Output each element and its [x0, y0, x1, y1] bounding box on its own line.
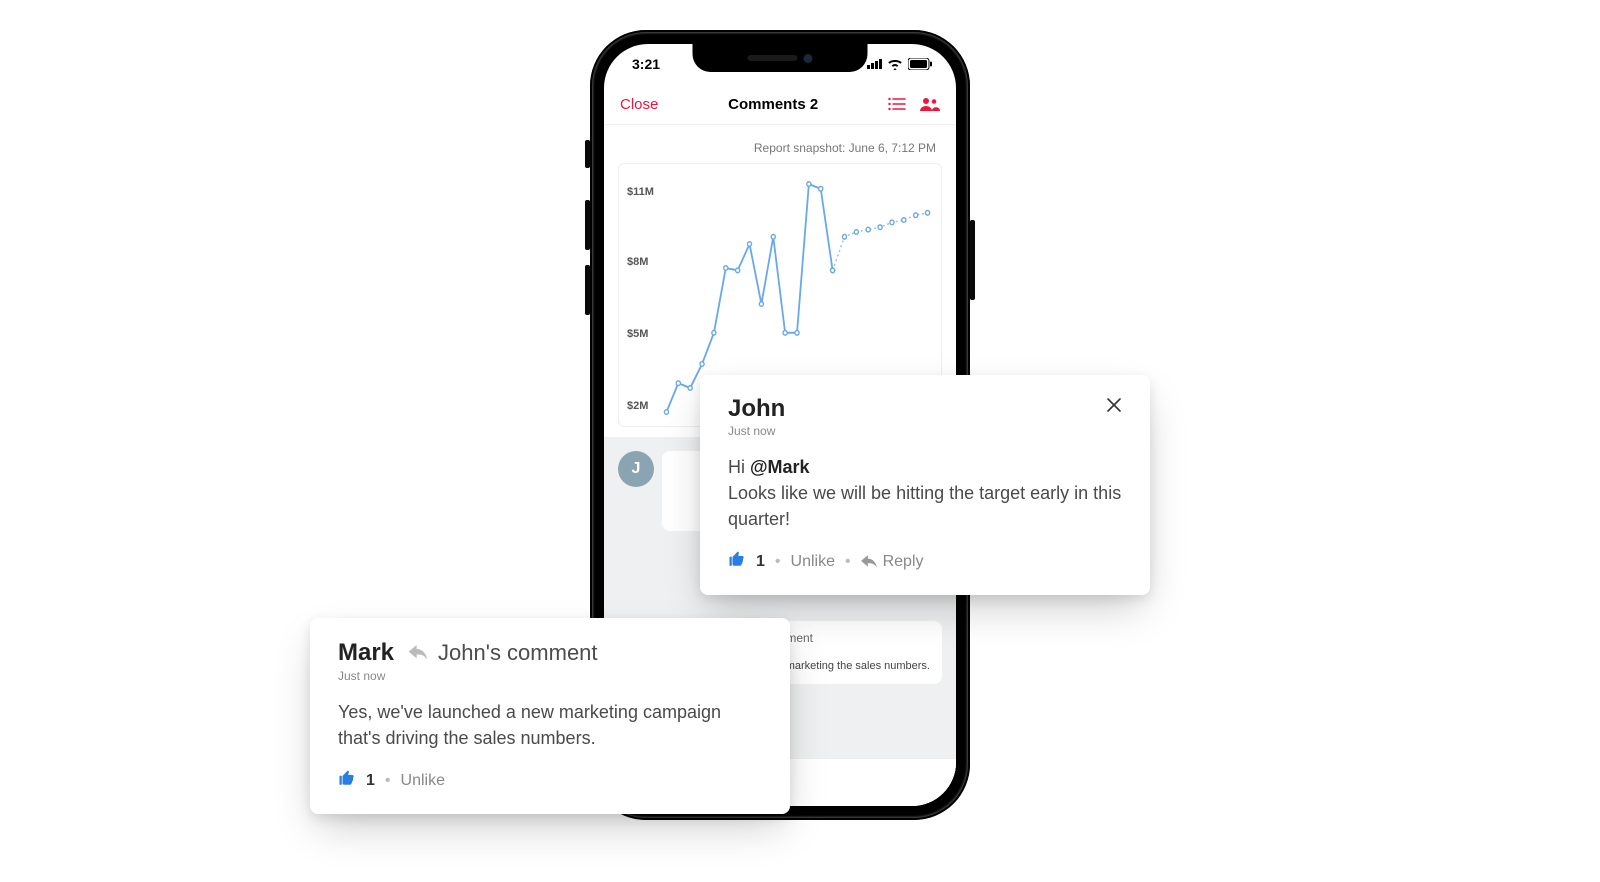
phone-side-button	[970, 220, 975, 300]
phone-side-button	[585, 265, 590, 315]
unlike-button[interactable]: Unlike	[401, 772, 445, 790]
y-tick: $2M	[627, 400, 648, 412]
comment-body: Yes, we've launched a new marketing camp…	[338, 699, 762, 751]
snapshot-label: Report snapshot: June 6, 7:12 PM	[618, 139, 942, 163]
reply-button[interactable]: Reply	[861, 553, 924, 571]
comment-header: Mark John's comment Just now	[338, 640, 598, 683]
mention[interactable]: @Mark	[750, 457, 810, 477]
comment-actions: 1 • Unlike	[338, 769, 762, 792]
phone-side-button	[585, 140, 590, 168]
reply-to: John's comment	[408, 640, 598, 666]
thumbs-up-icon[interactable]	[338, 769, 356, 792]
comment-header: John Just now	[728, 397, 785, 438]
battery-icon	[908, 58, 932, 70]
comment-author: John	[728, 397, 785, 421]
close-icon[interactable]	[1106, 397, 1122, 416]
y-tick: $8M	[627, 256, 648, 268]
thumbs-up-icon[interactable]	[728, 550, 746, 573]
comment-actions: 1 • Unlike • Reply	[728, 550, 1122, 573]
list-icon[interactable]	[888, 97, 906, 111]
unlike-button[interactable]: Unlike	[791, 553, 835, 571]
app-navbar: Close Comments 2	[604, 84, 956, 125]
comment-author: Mark	[338, 641, 394, 665]
page-title: Comments 2	[728, 96, 818, 113]
y-tick: $11M	[627, 186, 654, 198]
people-icon[interactable]	[920, 97, 940, 111]
y-tick: $5M	[627, 328, 648, 340]
like-count: 1	[366, 772, 375, 790]
comment-popout-john: John Just now Hi @Mark Looks like we wil…	[700, 375, 1150, 595]
comment-time: Just now	[728, 424, 785, 438]
comment-body: Hi @Mark Looks like we will be hitting t…	[728, 454, 1122, 532]
status-time: 3:21	[632, 56, 660, 72]
comment-popout-mark: Mark John's comment Just now Yes, we've …	[310, 618, 790, 814]
like-count: 1	[756, 553, 765, 571]
cell-signal-icon	[867, 59, 882, 69]
close-button[interactable]: Close	[620, 96, 658, 113]
phone-side-button	[585, 200, 590, 250]
wifi-icon	[887, 58, 903, 70]
reply-arrow-icon	[861, 555, 877, 569]
comment-time: Just now	[338, 669, 598, 683]
reply-arrow-icon	[408, 645, 428, 661]
avatar[interactable]: J	[618, 451, 654, 487]
phone-notch	[693, 44, 868, 72]
